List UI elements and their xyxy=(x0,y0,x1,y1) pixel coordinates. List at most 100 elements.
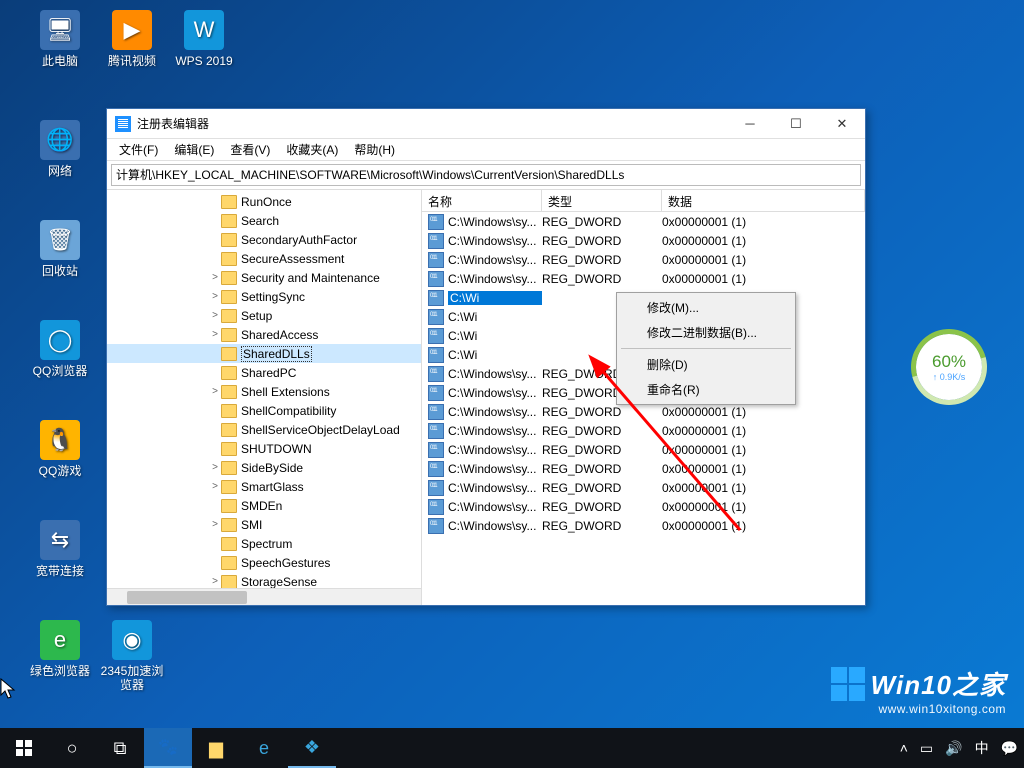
folder-icon xyxy=(221,328,237,342)
tree-node[interactable]: SpeechGestures xyxy=(107,553,421,572)
tree-node[interactable]: SharedPC xyxy=(107,363,421,382)
close-button[interactable]: ✕ xyxy=(819,109,865,139)
perf-gauge[interactable]: 60% ↑ 0.9K/s xyxy=(916,334,982,400)
minimize-button[interactable]: ─ xyxy=(727,109,773,139)
tray-ime-icon[interactable]: 中 xyxy=(969,738,995,758)
folder-icon xyxy=(221,309,237,323)
dword-icon xyxy=(428,233,444,249)
tray-chevron-up-icon[interactable]: ˄ xyxy=(894,740,914,756)
tree-label: Setup xyxy=(241,309,272,323)
expand-toggle[interactable]: > xyxy=(209,272,221,283)
value-row[interactable]: C:\Windows\sy...REG_DWORD0x00000001 (1) xyxy=(422,497,865,516)
icon-label: 此电脑 xyxy=(24,54,96,68)
expand-toggle[interactable]: > xyxy=(209,481,221,492)
desktop-icon[interactable]: e绿色浏览器 xyxy=(24,620,96,678)
titlebar[interactable]: 注册表编辑器 ─ ☐ ✕ xyxy=(107,109,865,139)
taskview-button[interactable]: ⧉ xyxy=(96,728,144,768)
expand-toggle[interactable]: > xyxy=(209,386,221,397)
regedit-taskbar-button[interactable]: ❖ xyxy=(288,728,336,768)
desktop-icon[interactable]: ◉2345加速浏览器 xyxy=(96,620,168,692)
tree-node[interactable]: SHUTDOWN xyxy=(107,439,421,458)
value-row[interactable]: C:\Windows\sy...REG_DWORD0x00000001 (1) xyxy=(422,269,865,288)
start-button[interactable] xyxy=(0,728,48,768)
value-row[interactable]: C:\Windows\sy...REG_DWORD0x00000001 (1) xyxy=(422,478,865,497)
value-row[interactable]: C:\Windows\sy...REG_DWORD0x00000001 (1) xyxy=(422,459,865,478)
value-row[interactable]: C:\Windows\sy...REG_DWORD0x00000001 (1) xyxy=(422,250,865,269)
value-name: C:\Wi xyxy=(448,329,542,343)
tree-node[interactable]: >SharedAccess xyxy=(107,325,421,344)
scrollbar-thumb[interactable] xyxy=(127,591,247,604)
value-row[interactable]: C:\Windows\sy...REG_DWORD0x00000001 (1) xyxy=(422,516,865,535)
tree-node[interactable]: ShellServiceObjectDelayLoad xyxy=(107,420,421,439)
tree-node[interactable]: > Setup xyxy=(107,306,421,325)
expand-toggle[interactable]: > xyxy=(209,291,221,302)
value-row[interactable]: C:\Windows\sy...REG_DWORD0x00000001 (1) xyxy=(422,231,865,250)
col-data[interactable]: 数据 xyxy=(662,190,865,211)
desktop-icon[interactable]: ⇆宽带连接 xyxy=(24,520,96,578)
tree-node[interactable]: SMDEn xyxy=(107,496,421,515)
expand-toggle[interactable]: > xyxy=(209,462,221,473)
explorer-taskbar-button[interactable]: ▆ xyxy=(192,728,240,768)
value-row[interactable]: C:\Windows\sy...REG_DWORD0x00000001 (1) xyxy=(422,421,865,440)
registry-tree[interactable]: RunOnceSearchSecondaryAuthFactorSecureAs… xyxy=(107,190,422,605)
tree-node[interactable]: RunOnce xyxy=(107,192,421,211)
expand-toggle[interactable]: > xyxy=(209,329,221,340)
desktop-icon[interactable]: 🖥此电脑 xyxy=(24,10,96,68)
tree-node[interactable]: SecondaryAuthFactor xyxy=(107,230,421,249)
context-menu: 修改(M)...修改二进制数据(B)... 删除(D)重命名(R) xyxy=(616,292,796,405)
context-menu-item[interactable]: 重命名(R) xyxy=(619,377,793,402)
value-name: C:\Windows\sy... xyxy=(448,443,542,457)
tree-node[interactable]: SecureAssessment xyxy=(107,249,421,268)
tree-node[interactable]: >SideBySide xyxy=(107,458,421,477)
context-menu-item[interactable]: 修改二进制数据(B)... xyxy=(619,320,793,345)
tree-hscrollbar[interactable] xyxy=(107,588,421,605)
tree-label: SmartGlass xyxy=(241,480,304,494)
menu-item[interactable]: 编辑(E) xyxy=(166,139,222,160)
dword-icon xyxy=(428,442,444,458)
menu-item[interactable]: 文件(F) xyxy=(111,139,166,160)
tree-node[interactable]: SharedDLLs xyxy=(107,344,421,363)
value-row[interactable]: C:\Windows\sy...REG_DWORD0x00000001 (1) xyxy=(422,212,865,231)
desktop-icon[interactable]: 🗑回收站 xyxy=(24,220,96,278)
search-taskbar-button[interactable]: 🐾 xyxy=(144,728,192,768)
edge-taskbar-button[interactable]: e xyxy=(240,728,288,768)
col-type[interactable]: 类型 xyxy=(542,190,662,211)
menu-item[interactable]: 帮助(H) xyxy=(346,139,403,160)
menu-item[interactable]: 查看(V) xyxy=(222,139,278,160)
desktop-icon[interactable]: ◯QQ浏览器 xyxy=(24,320,96,378)
menu-item[interactable]: 收藏夹(A) xyxy=(278,139,346,160)
value-type: REG_DWORD xyxy=(542,462,662,476)
window-title: 注册表编辑器 xyxy=(137,115,727,132)
desktop-icon[interactable]: 🐧QQ游戏 xyxy=(24,420,96,478)
desktop-icon[interactable]: 🌐网络 xyxy=(24,120,96,178)
expand-toggle[interactable]: > xyxy=(209,576,221,587)
tree-node[interactable]: ShellCompatibility xyxy=(107,401,421,420)
address-bar[interactable]: 计算机\HKEY_LOCAL_MACHINE\SOFTWARE\Microsof… xyxy=(111,164,861,186)
desktop-icon[interactable]: ▶腾讯视频 xyxy=(96,10,168,68)
folder-icon: ▆ xyxy=(209,738,223,759)
tree-node[interactable]: > SmartGlass xyxy=(107,477,421,496)
tree-node[interactable]: Search xyxy=(107,211,421,230)
col-name[interactable]: 名称 xyxy=(422,190,542,211)
tree-node[interactable]: >Shell Extensions xyxy=(107,382,421,401)
context-menu-item[interactable]: 删除(D) xyxy=(619,352,793,377)
folder-icon xyxy=(221,233,237,247)
tree-node[interactable]: >SettingSync xyxy=(107,287,421,306)
maximize-button[interactable]: ☐ xyxy=(773,109,819,139)
tray-network-icon[interactable]: ▭ xyxy=(914,740,939,757)
list-header[interactable]: 名称 类型 数据 xyxy=(422,190,865,212)
tray-volume-icon[interactable]: 🔊 xyxy=(939,740,968,757)
cortana-button[interactable]: ○ xyxy=(48,728,96,768)
value-row[interactable]: C:\Windows\sy...REG_DWORD0x00000001 (1) xyxy=(422,440,865,459)
expand-toggle[interactable]: > xyxy=(209,519,221,530)
tree-node[interactable]: Spectrum xyxy=(107,534,421,553)
action-center-button[interactable]: 💬 xyxy=(995,740,1024,757)
context-menu-item[interactable]: 修改(M)... xyxy=(619,295,793,320)
value-name: C:\Wi xyxy=(448,348,542,362)
regedit-icon xyxy=(115,116,131,132)
desktop-icon[interactable]: WWPS 2019 xyxy=(168,10,240,68)
tree-node[interactable]: >Security and Maintenance xyxy=(107,268,421,287)
tree-node[interactable]: >SMI xyxy=(107,515,421,534)
expand-toggle[interactable]: > xyxy=(209,310,221,321)
watermark-url: www.win10xitong.com xyxy=(831,702,1006,716)
